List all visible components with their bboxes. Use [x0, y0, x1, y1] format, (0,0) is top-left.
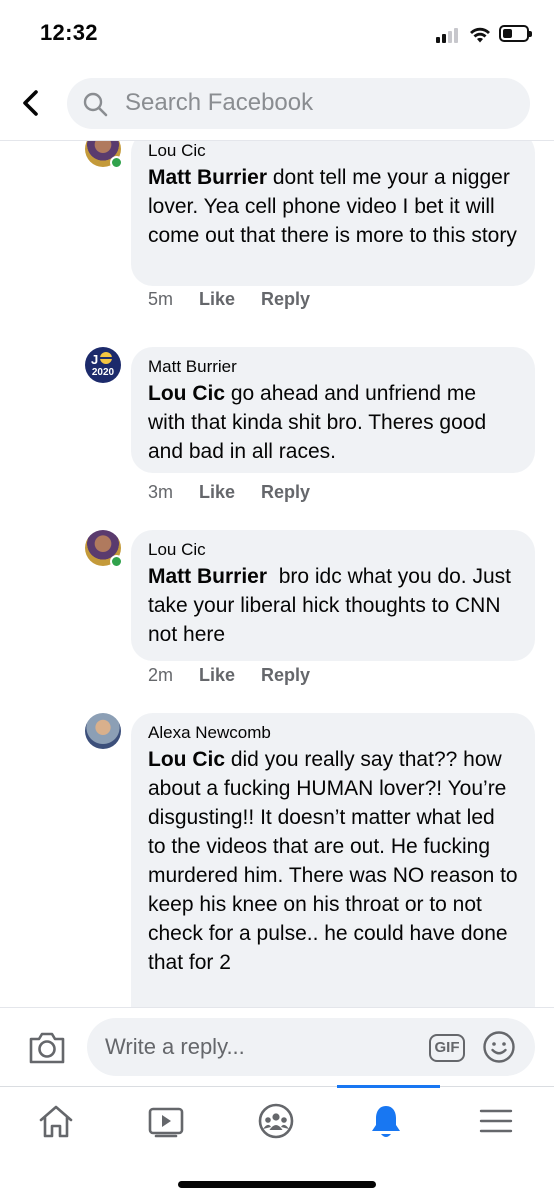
- tab-groups[interactable]: [251, 1097, 301, 1143]
- emoji-icon: [483, 1031, 515, 1063]
- comment-body: did you really say that?? how about a fu…: [148, 748, 518, 974]
- home-indicator: [178, 1181, 376, 1188]
- notifications-bell-icon: [372, 1106, 400, 1137]
- home-icon: [39, 1105, 73, 1138]
- tab-home[interactable]: [31, 1097, 81, 1143]
- tab-notifications[interactable]: [361, 1097, 411, 1143]
- tab-menu[interactable]: [471, 1097, 521, 1143]
- like-button[interactable]: Like: [199, 289, 235, 309]
- reply-button[interactable]: Reply: [261, 289, 310, 309]
- tab-watch[interactable]: [141, 1097, 191, 1143]
- comment-time: 2m: [148, 665, 174, 685]
- comment-text: Matt Burrier bro idc what you do. Just t…: [148, 562, 518, 649]
- camera-icon: [29, 1032, 65, 1064]
- comment-actions: 2m Like Reply: [148, 665, 336, 686]
- comment-mention[interactable]: Lou Cic: [148, 748, 225, 771]
- comment-author[interactable]: Lou Cic: [148, 540, 518, 560]
- reply-placeholder: Write a reply...: [105, 1034, 245, 1059]
- comment-bubble[interactable]: Lou Cic Matt Burrier bro idc what you do…: [131, 530, 535, 661]
- comment-text: Lou Cic go ahead and unfriend me with th…: [148, 379, 518, 466]
- avatar[interactable]: [85, 530, 123, 568]
- bottom-tab-bar: [0, 1085, 554, 1200]
- comment-author[interactable]: Lou Cic: [148, 141, 518, 161]
- comment-mention[interactable]: Lou Cic: [148, 382, 225, 405]
- comment-author[interactable]: Matt Burrier: [148, 357, 518, 377]
- active-tab-indicator: [337, 1085, 440, 1088]
- reply-button[interactable]: Reply: [261, 665, 310, 685]
- camera-button[interactable]: [27, 1030, 67, 1066]
- gif-button[interactable]: GIF: [429, 1034, 465, 1062]
- comment-actions: 5m Like Reply: [148, 289, 336, 310]
- avatar[interactable]: [85, 141, 123, 169]
- menu-icon: [479, 1109, 513, 1133]
- svg-text:2020: 2020: [92, 367, 115, 378]
- search-placeholder: Search Facebook: [125, 89, 314, 116]
- wifi-icon: [470, 27, 490, 43]
- like-button[interactable]: Like: [199, 665, 235, 685]
- watch-video-icon: [148, 1107, 184, 1138]
- search-header: Search Facebook: [0, 70, 554, 136]
- campaign-logo-icon: J 2020: [91, 352, 115, 378]
- reply-input[interactable]: Write a reply... GIF: [87, 1018, 535, 1076]
- search-input[interactable]: Search Facebook: [67, 78, 530, 129]
- svg-text:J: J: [91, 352, 98, 367]
- chevron-left-icon: [23, 90, 38, 116]
- back-button[interactable]: [14, 84, 48, 122]
- reply-composer: Write a reply... GIF: [0, 1007, 554, 1086]
- comment-thread[interactable]: Lou Cic Matt Burrier dont tell me your a…: [0, 141, 554, 1007]
- comment-mention[interactable]: Matt Burrier: [148, 565, 267, 588]
- comment-bubble[interactable]: Lou Cic Matt Burrier dont tell me your a…: [131, 141, 535, 286]
- avatar[interactable]: [85, 713, 121, 749]
- online-status-dot: [110, 156, 123, 169]
- comment-bubble[interactable]: Matt Burrier Lou Cic go ahead and unfrie…: [131, 347, 535, 473]
- comment-actions: 3m Like Reply: [148, 482, 336, 503]
- online-status-dot: [110, 555, 123, 568]
- groups-icon: [258, 1103, 294, 1139]
- emoji-button[interactable]: [482, 1030, 516, 1064]
- comment-time: 3m: [148, 482, 174, 502]
- status-bar: 12:32: [0, 0, 554, 70]
- like-button[interactable]: Like: [199, 482, 235, 502]
- comment-text: Matt Burrier dont tell me your a nigger …: [148, 163, 518, 250]
- comment-text: Lou Cic did you really say that?? how ab…: [148, 745, 518, 977]
- comment-author[interactable]: Alexa Newcomb: [148, 723, 518, 743]
- comment-time: 5m: [148, 289, 174, 309]
- battery-icon: [499, 25, 532, 42]
- search-icon: [83, 92, 108, 117]
- status-time: 12:32: [40, 20, 98, 45]
- reply-button[interactable]: Reply: [261, 482, 310, 502]
- comment-mention[interactable]: Matt Burrier: [148, 166, 267, 189]
- cellular-signal-icon: [436, 27, 462, 43]
- comment-bubble[interactable]: Alexa Newcomb Lou Cic did you really say…: [131, 713, 535, 1007]
- avatar[interactable]: J 2020: [85, 347, 121, 383]
